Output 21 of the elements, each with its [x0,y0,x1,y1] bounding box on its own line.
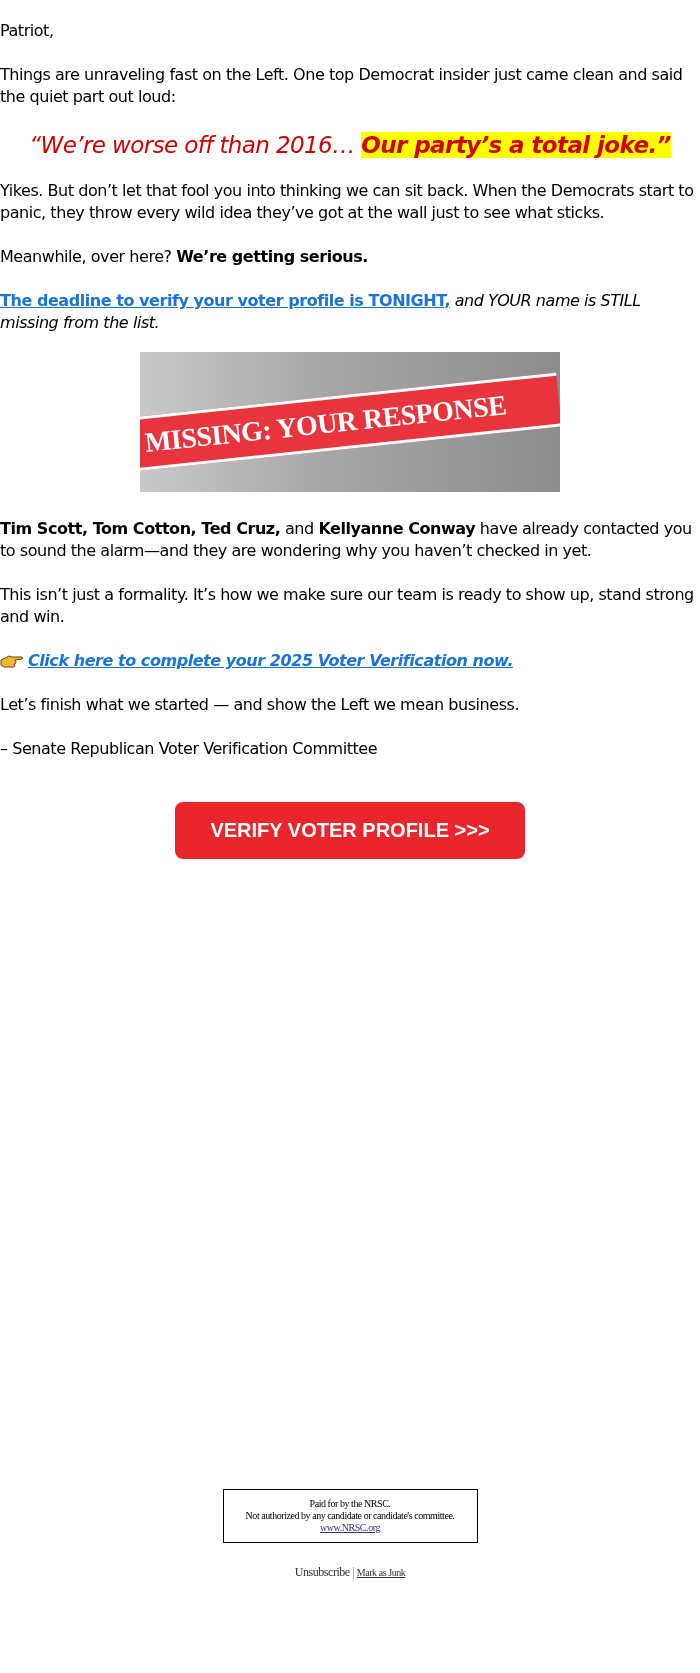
body-text: Tim Scott, Tom Cotton, Ted Cruz, and Kellyanne Conway have already contacted you to sound the alarm—and they are wondering why you haven’t checked in yet. [0,518,693,562]
body-text: The deadline to verify your voter profile is TONIGHT, and YOUR name is STILL missing from the list. [0,290,642,334]
body-text: Things are unraveling fast on the Left. One top Democrat insider just came clean and said the quiet part out loud: [0,64,684,108]
body-text: Meanwhile, over here? We’re getting serious. [0,246,369,268]
body-text: Yikes. But don’t let that fool you into thinking we can sit back. When the Democrats start to panic, they throw every wild idea they’ve got at the wall just to see what sticks. [0,180,695,224]
greeting-text: Patriot, [0,20,55,42]
quote-text: “We’re worse off than 2016… Our party’s a total joke.” [28,131,672,160]
banner-text: MISSING: YOUR RESPONSE [143,389,508,458]
mark-as-junk-link[interactable]: Mark as Junk [356,1567,406,1578]
signature-text: – Senate Republican Voter Verification Committee [0,738,379,760]
disclaimer-text: Not authorized by any candidate or candidate's committee. [244,1510,456,1522]
disclaimer-text: Paid for by the NRSC. [308,1498,392,1510]
website-link[interactable]: www.NRSC.org [320,1522,380,1533]
body-text: This isn’t just a formality. It’s how we make sure our team is ready to show up, stand strong and win. [0,584,695,628]
deadline-link[interactable]: The deadline to verify your voter profile is TONIGHT, [0,291,451,310]
unsubscribe-text[interactable]: Unsubscribe [294,1565,350,1579]
body-text: Let’s finish what we started — and show the Left we mean business. [0,694,521,716]
pointing-hand-icon [0,653,24,669]
verification-link[interactable]: Click here to complete your 2025 Voter Verification now. [28,650,513,672]
separator-text: | [351,1565,356,1579]
verify-button[interactable]: VERIFY VOTER PROFILE >>> [175,802,525,859]
